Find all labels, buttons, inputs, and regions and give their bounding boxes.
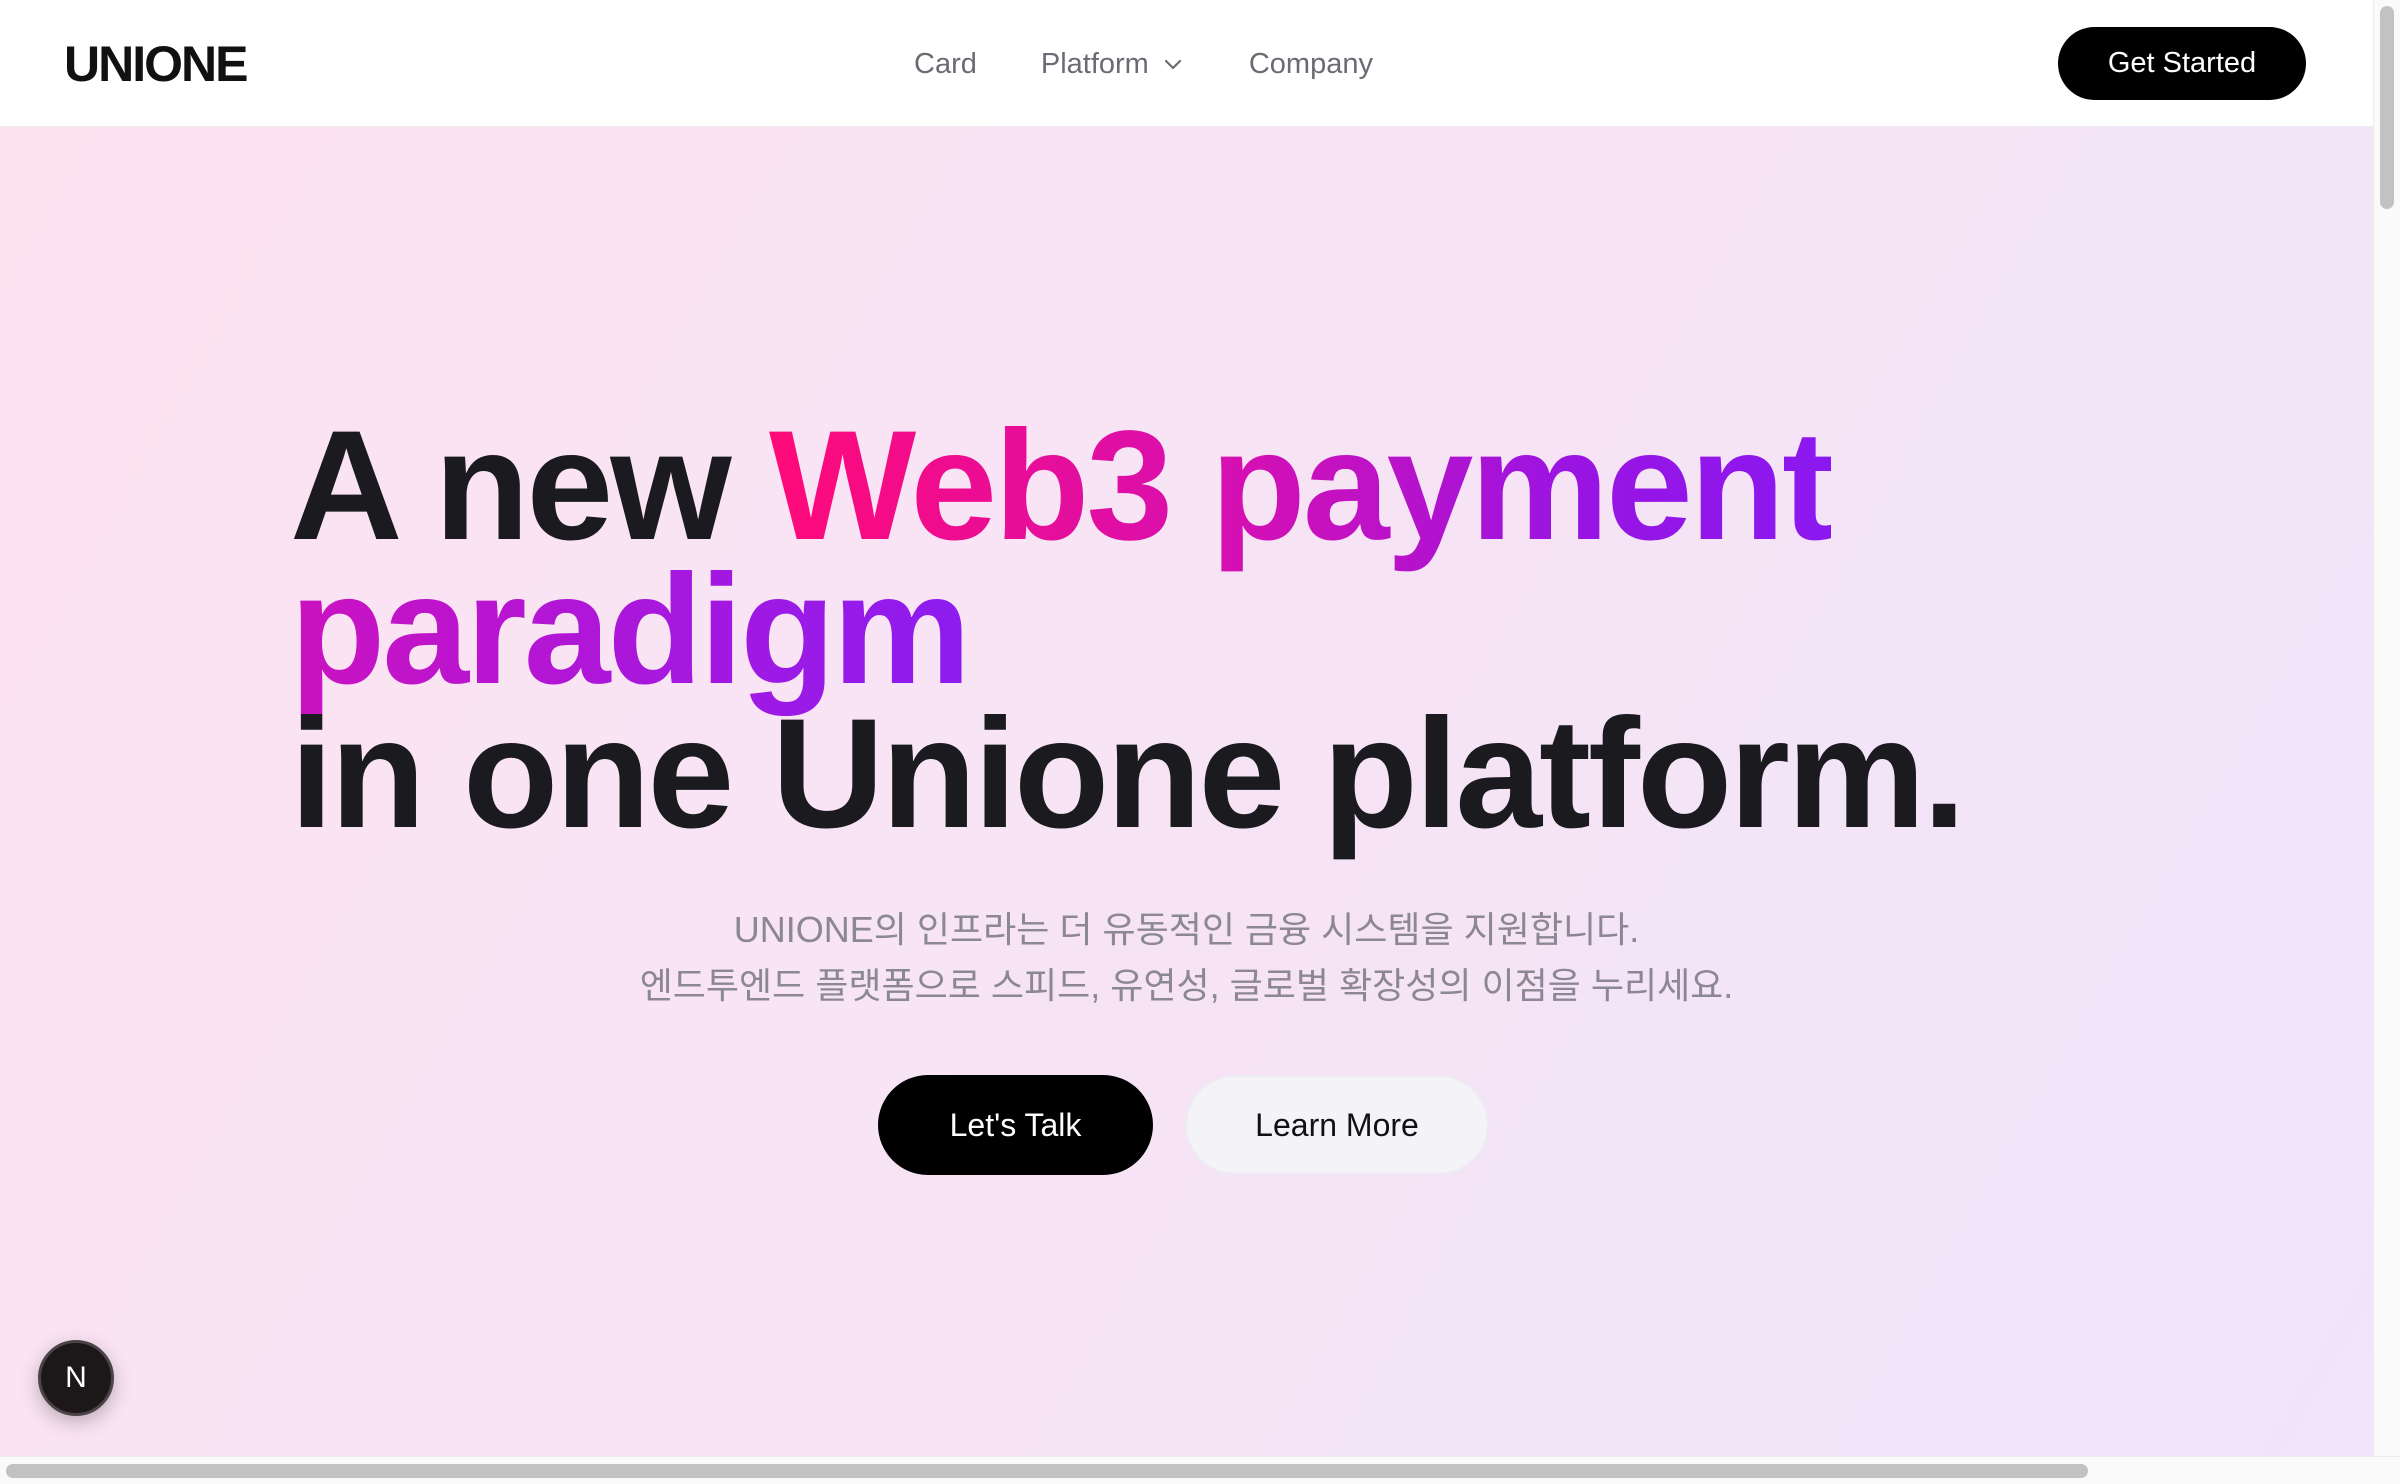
vertical-scrollbar-thumb[interactable] xyxy=(2380,6,2394,209)
main-nav: Card Platform Company xyxy=(914,44,1373,84)
hero-headline: A new Web3 payment paradigm in one Unione … xyxy=(290,408,1966,852)
nav-link-platform[interactable]: Platform xyxy=(1041,44,1185,84)
horizontal-scrollbar[interactable] xyxy=(0,1456,2400,1484)
nav-link-card[interactable]: Card xyxy=(914,44,977,84)
hero-subtitle: UNIONE의 인프라는 더 유동적인 금융 시스템을 지원합니다. 엔드투엔드… xyxy=(0,902,2373,1014)
site-logo[interactable]: UNIONE xyxy=(64,34,248,94)
hero-subtitle-line1: UNIONE의 인프라는 더 유동적인 금융 시스템을 지원합니다. xyxy=(733,909,1640,950)
top-navbar: UNIONE Card Platform Company Get Started xyxy=(0,0,2373,127)
vertical-scrollbar[interactable] xyxy=(2373,0,2400,1456)
page-viewport: UNIONE Card Platform Company Get Started… xyxy=(0,0,2373,1456)
learn-more-button[interactable]: Learn More xyxy=(1185,1075,1489,1175)
chevron-down-icon xyxy=(1164,59,1181,70)
get-started-button[interactable]: Get Started xyxy=(2058,27,2306,100)
hero-section: A new Web3 payment paradigm in one Unione … xyxy=(0,127,2373,1456)
nextjs-badge-label: N xyxy=(65,1361,87,1394)
horizontal-scrollbar-thumb[interactable] xyxy=(6,1464,2088,1478)
headline-line3: in one Unione platform. xyxy=(290,687,1966,861)
nextjs-dev-badge[interactable]: N xyxy=(38,1340,114,1416)
hero-subtitle-line2: 엔드투엔드 플랫폼으로 스피드, 유연성, 글로벌 확장성의 이점을 누리세요. xyxy=(639,965,1734,1006)
nav-link-company-label: Company xyxy=(1248,48,1373,80)
nav-link-platform-label: Platform xyxy=(1040,48,1149,80)
nav-link-card-label: Card xyxy=(914,48,977,80)
nav-link-company[interactable]: Company xyxy=(1249,44,1373,84)
hero-cta-group: Let's Talk Learn More xyxy=(878,1075,1489,1175)
lets-talk-button[interactable]: Let's Talk xyxy=(878,1075,1153,1175)
